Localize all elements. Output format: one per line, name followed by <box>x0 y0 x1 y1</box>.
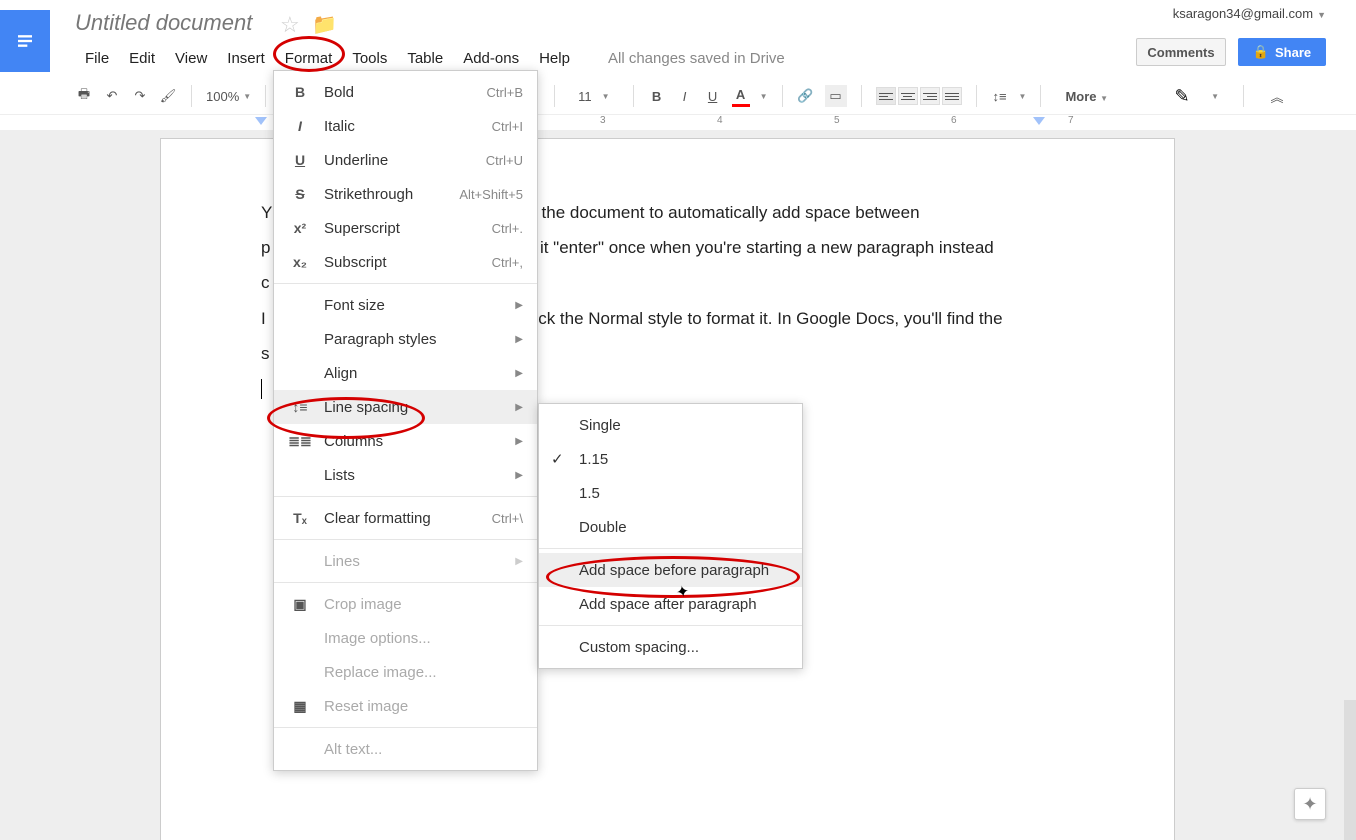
zoom-dropdown[interactable]: 100% ▼ <box>206 89 251 104</box>
vertical-scrollbar[interactable] <box>1344 700 1356 840</box>
line-spacing-icon: ↕≡ <box>288 399 312 415</box>
format-replace-image: Replace image... <box>274 655 537 689</box>
menu-help[interactable]: Help <box>529 44 580 73</box>
toolbar: 🖶 ↶ ↷ 🖌 100% ▼ 11▼ B I U A ▼ 🔗 ▭ ↕≡ ▼ Mo… <box>0 78 1356 114</box>
format-image-options: Image options... <box>274 621 537 655</box>
account-menu[interactable]: ksaragon34@gmail.com▼ <box>1173 6 1326 21</box>
format-superscript[interactable]: x²SuperscriptCtrl+. <box>274 211 537 245</box>
menu-insert[interactable]: Insert <box>217 44 275 73</box>
bold-icon: B <box>288 84 312 100</box>
format-subscript[interactable]: x₂SubscriptCtrl+, <box>274 245 537 279</box>
columns-icon: ≣≣ <box>288 433 312 450</box>
collapse-toolbar-icon[interactable]: ︽ <box>1268 85 1286 107</box>
insert-comment-icon[interactable]: ▭ <box>825 85 847 107</box>
docs-app-icon[interactable] <box>0 10 50 72</box>
menu-format[interactable]: Format <box>275 44 343 73</box>
format-italic[interactable]: IItalicCtrl+I <box>274 109 537 143</box>
font-size-dropdown[interactable]: 11▼ <box>569 86 618 107</box>
paint-format-icon[interactable]: 🖌 <box>159 85 177 107</box>
subscript-icon: x₂ <box>288 254 312 270</box>
spacing-add-before[interactable]: Add space before paragraph <box>539 553 802 587</box>
folder-icon[interactable]: 📁 <box>312 12 337 37</box>
menu-file[interactable]: File <box>75 44 119 73</box>
text-color-icon[interactable]: A <box>732 85 750 107</box>
ruler[interactable]: 3 4 5 6 7 <box>0 114 1356 130</box>
redo-icon[interactable]: ↷ <box>131 85 149 107</box>
italic-icon[interactable]: I <box>676 85 694 107</box>
share-button[interactable]: 🔒Share <box>1238 38 1326 66</box>
explore-button[interactable]: ✦ <box>1294 788 1326 820</box>
format-font-size[interactable]: Font size▶ <box>274 288 537 322</box>
underline-icon[interactable]: U <box>704 85 722 107</box>
italic-icon: I <box>288 118 312 134</box>
align-center-icon[interactable] <box>898 87 918 105</box>
menu-edit[interactable]: Edit <box>119 44 165 73</box>
menu-view[interactable]: View <box>165 44 217 73</box>
align-justify-icon[interactable] <box>942 87 962 105</box>
menu-bar: File Edit View Insert Format Tools Table… <box>75 44 580 73</box>
spacing-add-after[interactable]: Add space after paragraph <box>539 587 802 621</box>
format-reset-image: ▦Reset image <box>274 689 537 723</box>
comments-button[interactable]: Comments <box>1136 38 1226 66</box>
reset-image-icon: ▦ <box>288 698 312 715</box>
align-buttons[interactable] <box>876 87 962 105</box>
align-right-icon[interactable] <box>920 87 940 105</box>
clear-formatting-icon: Tₓ <box>288 510 312 526</box>
superscript-icon: x² <box>288 220 312 236</box>
undo-icon[interactable]: ↶ <box>103 85 121 107</box>
format-paragraph-styles[interactable]: Paragraph styles▶ <box>274 322 537 356</box>
lock-icon: 🔒 <box>1253 44 1269 60</box>
spacing-custom[interactable]: Custom spacing... <box>539 630 802 664</box>
text-cursor <box>261 379 262 399</box>
format-strikethrough[interactable]: SStrikethroughAlt+Shift+5 <box>274 177 537 211</box>
spacing-15[interactable]: 1.5 <box>539 476 802 510</box>
crop-icon: ▣ <box>288 596 312 613</box>
format-lists[interactable]: Lists▶ <box>274 458 537 492</box>
left-indent-marker[interactable] <box>255 117 267 125</box>
spacing-single[interactable]: Single <box>539 408 802 442</box>
format-columns[interactable]: ≣≣Columns▶ <box>274 424 537 458</box>
format-bold[interactable]: BBoldCtrl+B <box>274 75 537 109</box>
insert-link-icon[interactable]: 🔗 <box>797 85 815 107</box>
align-left-icon[interactable] <box>876 87 896 105</box>
right-indent-marker[interactable] <box>1033 117 1045 125</box>
line-spacing-icon[interactable]: ↕≡ <box>991 85 1009 107</box>
spacing-115[interactable]: ✓1.15 <box>539 442 802 476</box>
strikethrough-icon: S <box>288 186 312 202</box>
spacing-double[interactable]: Double <box>539 510 802 544</box>
format-crop-image: ▣Crop image <box>274 587 537 621</box>
menu-tools[interactable]: Tools <box>342 44 397 73</box>
print-icon[interactable]: 🖶 <box>75 85 93 107</box>
line-spacing-submenu: Single ✓1.15 1.5 Double Add space before… <box>538 403 803 669</box>
format-clear-formatting[interactable]: TₓClear formattingCtrl+\ <box>274 501 537 535</box>
menu-addons[interactable]: Add-ons <box>453 44 529 73</box>
bold-icon[interactable]: B <box>648 85 666 107</box>
underline-icon: U <box>288 152 312 168</box>
save-status: All changes saved in Drive <box>608 44 785 73</box>
star-icon[interactable]: ☆ <box>280 12 300 38</box>
editing-mode-icon[interactable]: ✎ <box>1173 85 1191 107</box>
format-align[interactable]: Align▶ <box>274 356 537 390</box>
menu-table[interactable]: Table <box>397 44 453 73</box>
format-alt-text: Alt text... <box>274 732 537 766</box>
format-underline[interactable]: UUnderlineCtrl+U <box>274 143 537 177</box>
format-lines: Lines▶ <box>274 544 537 578</box>
format-menu-dropdown: BBoldCtrl+B IItalicCtrl+I UUnderlineCtrl… <box>273 70 538 771</box>
app-header: Untitled document ☆ 📁 ksaragon34@gmail.c… <box>0 0 1356 122</box>
check-icon: ✓ <box>551 450 564 468</box>
toolbar-more[interactable]: More ▼ <box>1065 89 1108 104</box>
format-line-spacing[interactable]: ↕≡Line spacing▶ <box>274 390 537 424</box>
document-title[interactable]: Untitled document <box>75 10 252 36</box>
